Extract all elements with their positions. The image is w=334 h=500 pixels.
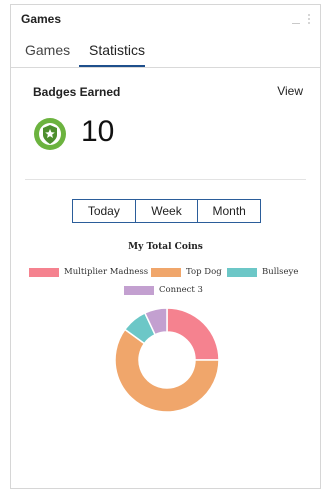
legend-item[interactable]: Bullseye	[227, 267, 298, 277]
legend-swatch	[227, 267, 257, 277]
window-controls	[292, 14, 310, 24]
legend-label: Connect 3	[159, 285, 203, 295]
badges-earned-title: Badges Earned	[33, 85, 121, 99]
badge-count: 10	[81, 115, 115, 148]
tab-games[interactable]: Games	[25, 42, 70, 58]
legend-swatch	[151, 267, 181, 277]
section-divider	[25, 179, 306, 180]
time-range-selector: Today Week Month	[72, 199, 261, 223]
games-widget: Games Games Statistics Badges Earned Vie…	[10, 4, 321, 489]
legend-swatch	[124, 285, 154, 295]
tab-bar: Games Statistics	[11, 35, 320, 68]
minimize-icon[interactable]	[292, 22, 300, 24]
legend-label: Bullseye	[262, 267, 299, 277]
range-today-button[interactable]: Today	[73, 200, 135, 222]
coins-donut-chart	[114, 307, 220, 413]
star-badge-icon	[34, 118, 66, 150]
donut-slice-multiplier-madness[interactable]	[166, 307, 220, 361]
legend-item[interactable]: Connect 3	[124, 285, 203, 295]
range-month-button[interactable]: Month	[197, 200, 260, 222]
active-tab-indicator	[79, 65, 145, 67]
view-badges-link[interactable]: View	[277, 84, 303, 98]
chart-legend: Multiplier Madness Top Dog Bullseye Conn…	[11, 267, 322, 307]
widget-title: Games	[21, 12, 62, 26]
legend-swatch	[29, 267, 59, 277]
tab-statistics[interactable]: Statistics	[89, 42, 145, 58]
chart-title: My Total Coins	[128, 242, 203, 252]
legend-item[interactable]: Multiplier Madness	[29, 267, 148, 277]
range-week-button[interactable]: Week	[134, 200, 198, 222]
legend-label: Multiplier Madness	[64, 267, 149, 277]
more-options-icon[interactable]	[308, 14, 310, 24]
legend-item[interactable]: Top Dog	[151, 267, 222, 277]
widget-header: Games	[11, 5, 320, 33]
legend-label: Top Dog	[186, 267, 222, 277]
